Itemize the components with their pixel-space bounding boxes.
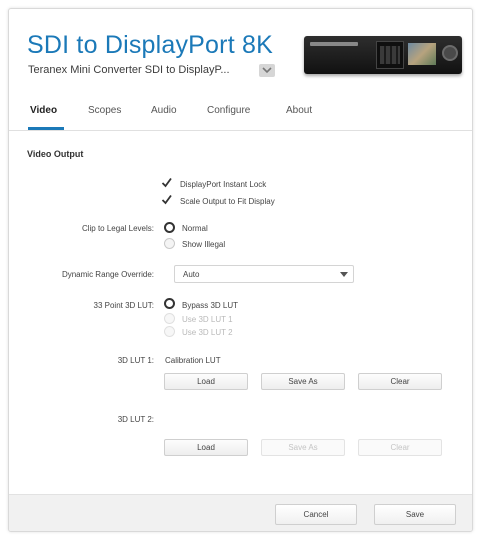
lut1-clear-button[interactable]: Clear: [358, 373, 442, 390]
header: SDI to DisplayPort 8K Teranex Mini Conve…: [9, 9, 472, 99]
device-label-strip: [310, 42, 358, 46]
dynamic-range-label: Dynamic Range Override:: [61, 270, 154, 279]
radio-normal[interactable]: [164, 222, 175, 233]
radio-use-lut1: [164, 313, 175, 324]
active-tab-indicator: [28, 127, 64, 130]
device-menu-button[interactable]: [259, 64, 275, 77]
converter-device-image: [304, 36, 462, 74]
lut1-load-button[interactable]: Load: [164, 373, 248, 390]
dynamic-range-value: Auto: [183, 270, 200, 279]
tab-about[interactable]: About: [286, 105, 312, 116]
device-lcd: [408, 43, 436, 65]
tab-audio[interactable]: Audio: [151, 105, 177, 116]
cancel-button[interactable]: Cancel: [275, 504, 357, 525]
chevron-down-icon: [262, 67, 272, 74]
device-leds: [380, 46, 400, 64]
lut33-label: 33 Point 3D LUT:: [93, 301, 154, 310]
radio-show-illegal-label: Show Illegal: [182, 240, 226, 249]
lut2-load-button[interactable]: Load: [164, 439, 248, 456]
radio-use-lut2-label: Use 3D LUT 2: [182, 328, 233, 337]
tab-scopes[interactable]: Scopes: [88, 105, 121, 116]
lut2-save-as-button: Save As: [261, 439, 345, 456]
radio-use-lut1-label: Use 3D LUT 1: [182, 315, 233, 324]
lut2-clear-button: Clear: [358, 439, 442, 456]
radio-show-illegal[interactable]: [164, 238, 175, 249]
page-title: SDI to DisplayPort 8K: [27, 31, 273, 59]
device-name: Teranex Mini Converter SDI to DisplayP..…: [28, 64, 230, 76]
utility-window: SDI to DisplayPort 8K Teranex Mini Conve…: [8, 8, 473, 532]
radio-use-lut2: [164, 326, 175, 337]
lut1-label: 3D LUT 1:: [117, 356, 154, 365]
tab-video[interactable]: Video: [30, 105, 57, 116]
tab-configure[interactable]: Configure: [207, 105, 250, 116]
checkmark-icon[interactable]: [161, 194, 172, 205]
radio-normal-label: Normal: [182, 224, 208, 233]
scale-output-label: Scale Output to Fit Display: [180, 197, 275, 206]
dynamic-range-select[interactable]: Auto: [174, 265, 354, 283]
instant-lock-label: DisplayPort Instant Lock: [180, 180, 267, 189]
lut1-save-as-button[interactable]: Save As: [261, 373, 345, 390]
tab-bar: Video Scopes Audio Configure About: [9, 97, 472, 131]
lut1-name: Calibration LUT: [165, 356, 221, 365]
radio-bypass-lut-label: Bypass 3D LUT: [182, 301, 239, 310]
checkmark-icon[interactable]: [161, 177, 172, 188]
radio-bypass-lut[interactable]: [164, 298, 175, 309]
lut2-label: 3D LUT 2:: [117, 415, 154, 424]
save-button[interactable]: Save: [374, 504, 456, 525]
clip-legal-label: Clip to Legal Levels:: [81, 224, 154, 233]
section-title: Video Output: [27, 149, 84, 159]
chevron-down-icon: [340, 272, 348, 277]
device-knob: [442, 45, 458, 61]
footer-bar: Cancel Save: [9, 494, 472, 531]
